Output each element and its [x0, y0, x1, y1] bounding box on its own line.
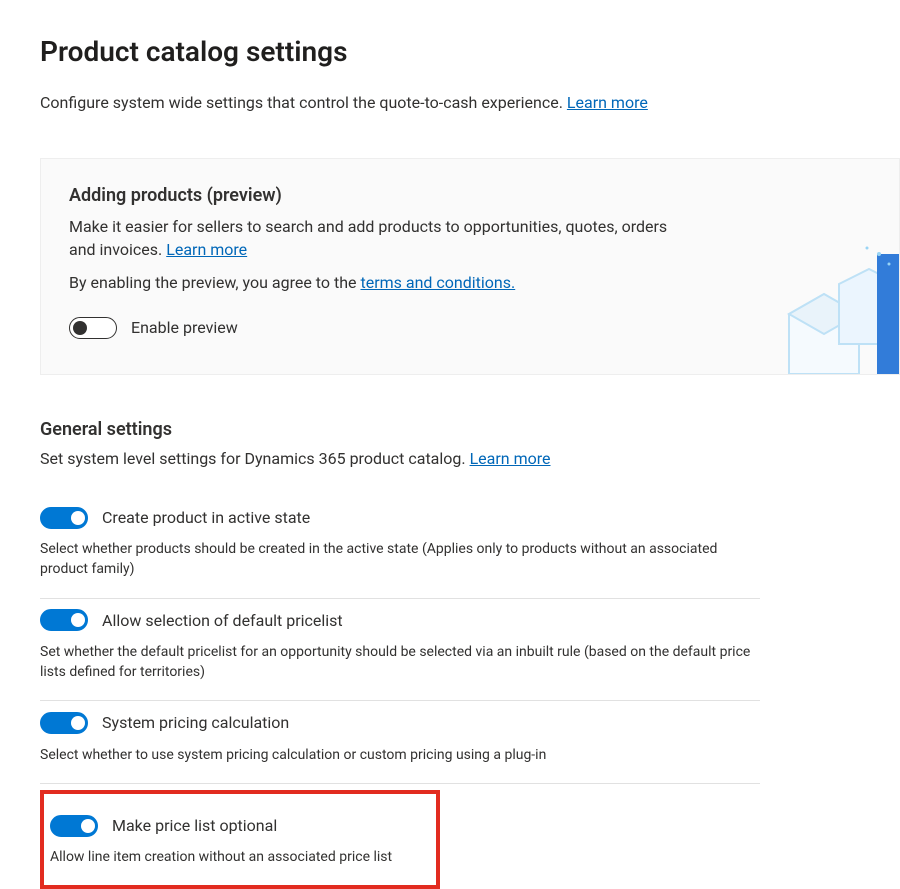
system-pricing-label: System pricing calculation	[102, 711, 289, 734]
system-pricing-help: Select whether to use system pricing cal…	[40, 745, 760, 765]
page-subtitle-text: Configure system wide settings that cont…	[40, 93, 563, 112]
setting-row: Make price list optional	[50, 814, 426, 837]
preview-terms: By enabling the preview, you agree to th…	[69, 271, 871, 294]
setting-create-product-active: Create product in active state Select wh…	[40, 496, 760, 599]
price-list-optional-toggle[interactable]	[50, 815, 98, 837]
page-title: Product catalog settings	[40, 32, 900, 73]
general-learn-more-link[interactable]: Learn more	[470, 449, 551, 468]
create-product-active-label: Create product in active state	[102, 506, 310, 529]
default-pricelist-toggle[interactable]	[40, 609, 88, 631]
setting-system-pricing: System pricing calculation Select whethe…	[40, 701, 760, 783]
price-list-optional-label: Make price list optional	[112, 814, 277, 837]
setting-row: System pricing calculation	[40, 711, 760, 734]
setting-row: Allow selection of default pricelist	[40, 609, 760, 632]
preview-title: Adding products (preview)	[69, 183, 871, 209]
toggle-knob-icon	[71, 511, 85, 525]
general-settings-desc: Set system level settings for Dynamics 3…	[40, 447, 900, 470]
enable-preview-toggle-label: Enable preview	[131, 316, 238, 339]
create-product-active-help: Select whether products should be create…	[40, 539, 760, 580]
toggle-knob-icon	[71, 716, 85, 730]
preview-terms-link[interactable]: terms and conditions.	[360, 273, 515, 292]
preview-learn-more-link[interactable]: Learn more	[166, 240, 247, 259]
default-pricelist-label: Allow selection of default pricelist	[102, 609, 343, 632]
setting-default-pricelist: Allow selection of default pricelist Set…	[40, 599, 760, 702]
preview-terms-prefix: By enabling the preview, you agree to th…	[69, 273, 357, 292]
toggle-knob-icon	[71, 613, 85, 627]
highlight-make-price-list-optional: Make price list optional Allow line item…	[40, 790, 440, 889]
setting-price-list-optional: Make price list optional Allow line item…	[50, 804, 426, 867]
price-list-optional-help: Allow line item creation without an asso…	[50, 847, 426, 867]
page-subtitle: Configure system wide settings that cont…	[40, 91, 900, 114]
preview-desc: Make it easier for sellers to search and…	[69, 215, 669, 261]
preview-decorative-art	[729, 244, 900, 375]
toggle-knob-icon	[73, 321, 87, 335]
toggle-knob-icon	[81, 819, 95, 833]
page-learn-more-link[interactable]: Learn more	[567, 93, 648, 112]
system-pricing-toggle[interactable]	[40, 712, 88, 734]
default-pricelist-help: Set whether the default pricelist for an…	[40, 642, 760, 683]
setting-row: Create product in active state	[40, 506, 760, 529]
create-product-active-toggle[interactable]	[40, 507, 88, 529]
preview-desc-text: Make it easier for sellers to search and…	[69, 217, 667, 259]
preview-toggle-row: Enable preview	[69, 316, 871, 339]
enable-preview-toggle[interactable]	[69, 317, 117, 339]
general-settings-title: General settings	[40, 417, 900, 443]
preview-box: Adding products (preview) Make it easier…	[40, 158, 900, 375]
general-desc-text: Set system level settings for Dynamics 3…	[40, 449, 466, 468]
